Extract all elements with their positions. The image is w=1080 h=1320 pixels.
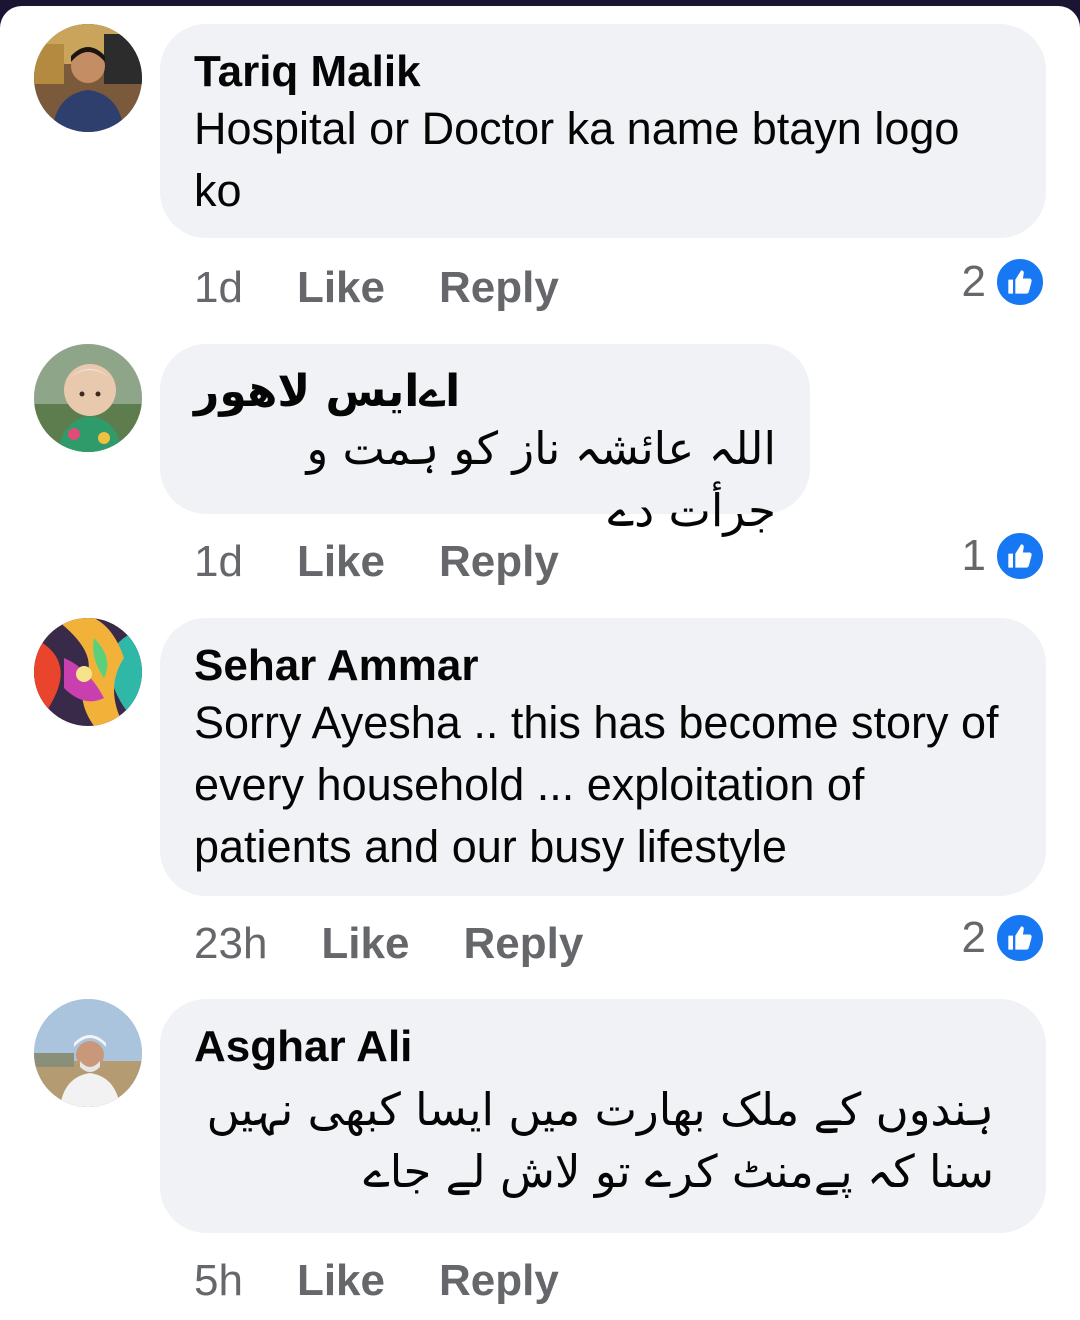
commenter-name[interactable]: Asghar Ali (194, 1021, 1012, 1073)
comment-actions: 5h Like Reply (194, 1253, 559, 1309)
comment-bubble: Sehar Ammar Sorry Ayesha .. this has bec… (160, 618, 1046, 896)
comment-bubble: اےایس لاھور اللہ عائشہ ناز کو ہمت و جرأت… (160, 344, 810, 537)
reply-button[interactable]: Reply (439, 534, 559, 590)
reply-button[interactable]: Reply (439, 1253, 559, 1309)
comment-timestamp[interactable]: 1d (194, 260, 243, 316)
reply-button[interactable]: Reply (439, 260, 559, 316)
reaction-summary[interactable]: 2 (962, 254, 1046, 310)
reaction-count: 2 (961, 913, 986, 962)
comment-actions: 23h Like Reply (194, 916, 583, 972)
like-icon (994, 256, 1046, 308)
comment-timestamp[interactable]: 5h (194, 1253, 243, 1309)
avatar-child-image (34, 344, 142, 452)
reply-button[interactable]: Reply (463, 916, 583, 972)
like-button[interactable]: Like (297, 534, 385, 590)
commenter-name[interactable]: Tariq Malik (194, 46, 1012, 98)
like-button[interactable]: Like (297, 260, 385, 316)
commenter-name[interactable]: اےایس لاھور (194, 366, 776, 418)
comment-text: Hospital or Doctor ka name btayn logo ko (194, 103, 960, 216)
like-button[interactable]: Like (297, 1253, 385, 1309)
avatar-tariq-malik-image (34, 24, 142, 132)
commenter-name[interactable]: Sehar Ammar (194, 640, 1012, 692)
like-icon (994, 530, 1046, 582)
comment-actions: 1d Like Reply (194, 260, 559, 316)
avatar[interactable] (34, 344, 142, 452)
comment-timestamp[interactable]: 23h (194, 916, 267, 972)
comment-text: Sorry Ayesha .. this has become story of… (194, 697, 999, 872)
comment-text: اللہ عائشہ ناز کو ہمت و جرأت دے (306, 422, 776, 537)
comments-panel: Tariq Malik Hospital or Doctor ka name b… (0, 6, 1080, 1320)
reaction-summary[interactable]: 2 (962, 910, 1046, 966)
avatar-sehar-ammar-image (34, 618, 142, 726)
comment-bubble: Tariq Malik Hospital or Doctor ka name b… (160, 24, 1046, 238)
comment-bubble: Asghar Ali ہندوں کے ملک بھارت میں ایسا ک… (160, 999, 1046, 1233)
avatar[interactable] (34, 999, 142, 1107)
avatar[interactable] (34, 618, 142, 726)
avatar[interactable] (34, 24, 142, 132)
like-icon (994, 912, 1046, 964)
comment-text: ہندوں کے ملک بھارت میں ایسا کبھی نہیں سن… (206, 1083, 994, 1198)
reaction-count: 1 (961, 531, 986, 580)
avatar-asghar-ali-image (34, 999, 142, 1107)
comment-actions: 1d Like Reply (194, 534, 559, 590)
reaction-count: 2 (961, 257, 986, 306)
comment-timestamp[interactable]: 1d (194, 534, 243, 590)
like-button[interactable]: Like (321, 916, 409, 972)
reaction-summary[interactable]: 1 (962, 528, 1046, 584)
